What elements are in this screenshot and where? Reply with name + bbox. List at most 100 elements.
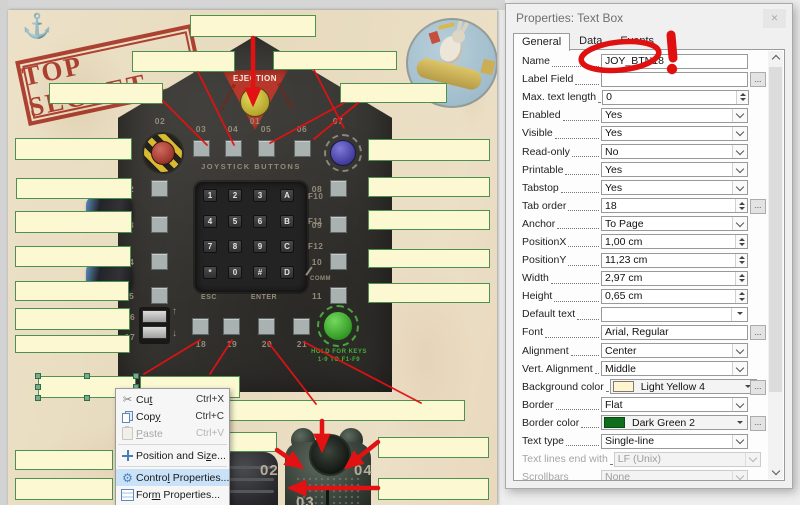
- border-color-field[interactable]: Dark Green 2: [601, 415, 748, 430]
- text-box-field[interactable]: [49, 83, 163, 104]
- text-box-field[interactable]: [273, 51, 397, 70]
- chevron-down-icon[interactable]: [732, 344, 747, 357]
- chevron-down-icon[interactable]: [732, 109, 747, 122]
- menu-item-position-and-size[interactable]: Position and Size...: [116, 447, 229, 464]
- tab-general[interactable]: General: [513, 33, 570, 51]
- text-box-field[interactable]: [368, 249, 490, 268]
- enabled-field[interactable]: Yes: [601, 108, 748, 123]
- text-box-field[interactable]: [15, 281, 129, 301]
- selection-handle[interactable]: [35, 395, 41, 401]
- text-box-field[interactable]: [190, 15, 316, 37]
- text-box-field[interactable]: [368, 177, 490, 197]
- name-field[interactable]: JOY_BTN18: [601, 54, 748, 69]
- vert-alignment-field[interactable]: Middle: [601, 361, 748, 376]
- alignment-field[interactable]: Center: [601, 343, 748, 358]
- chevron-down-icon[interactable]: [732, 181, 747, 194]
- text-box-field[interactable]: [16, 178, 132, 199]
- chevron-down-icon[interactable]: [732, 471, 747, 481]
- chevron-down-icon[interactable]: [732, 217, 747, 230]
- text-box-field[interactable]: [15, 308, 130, 330]
- text-box-field[interactable]: [15, 246, 131, 267]
- anchor-field[interactable]: To Page: [601, 216, 748, 231]
- chevron-down-icon[interactable]: [732, 435, 747, 448]
- menu-item-copy[interactable]: CopyCtrl+C: [116, 408, 229, 425]
- chevron-down-icon[interactable]: [732, 163, 747, 176]
- scrollbar[interactable]: [768, 51, 783, 479]
- spin-down-icon[interactable]: [736, 242, 747, 249]
- selection-handle[interactable]: [84, 395, 90, 401]
- selection-handle[interactable]: [84, 373, 90, 379]
- menu-item-paste[interactable]: PasteCtrl+V: [116, 425, 229, 442]
- tabstop-field[interactable]: Yes: [601, 180, 748, 195]
- text-box-field[interactable]: [368, 283, 490, 303]
- prop-row-text-type: Text typeSingle-line: [514, 432, 784, 450]
- visible-field[interactable]: Yes: [601, 126, 748, 141]
- scrollbar-thumb[interactable]: [769, 67, 782, 392]
- spinner[interactable]: [736, 91, 748, 104]
- text-box-field[interactable]: [368, 210, 490, 230]
- width-field[interactable]: 2,97 cm: [601, 271, 748, 286]
- scroll-up-icon[interactable]: [768, 51, 783, 65]
- comm-label: COMM: [310, 276, 340, 282]
- spin-down-icon[interactable]: [736, 260, 747, 267]
- printable-field[interactable]: Yes: [601, 162, 748, 177]
- height-field[interactable]: 0,65 cm: [601, 289, 748, 304]
- chevron-down-icon[interactable]: [732, 398, 747, 411]
- chevron-down-icon[interactable]: [732, 127, 747, 140]
- selection-handle[interactable]: [35, 373, 41, 379]
- text-type-field[interactable]: Single-line: [601, 434, 748, 449]
- tab-data[interactable]: Data: [570, 32, 611, 50]
- dropdown-arrow-icon[interactable]: [732, 416, 747, 429]
- text-box-field[interactable]: [15, 138, 132, 160]
- text-box-field[interactable]: [15, 478, 113, 500]
- text-lines-end-field[interactable]: LF (Unix): [614, 452, 761, 467]
- text-box-field[interactable]: [132, 51, 235, 72]
- chevron-down-icon[interactable]: [732, 362, 747, 375]
- spin-down-icon[interactable]: [736, 296, 747, 303]
- spinner[interactable]: [735, 235, 747, 248]
- menu-item-cut[interactable]: ✂CutCtrl+X: [116, 391, 229, 408]
- menu-item-form-properties[interactable]: Form Properties...: [116, 486, 229, 503]
- scroll-down-icon[interactable]: [768, 465, 783, 479]
- spin-down-icon[interactable]: [737, 97, 748, 104]
- more-button[interactable]: ...: [750, 199, 766, 214]
- text-box-field[interactable]: [15, 335, 130, 353]
- close-icon[interactable]: ✕: [763, 9, 786, 28]
- text-box-field[interactable]: [378, 437, 489, 458]
- spin-down-icon[interactable]: [736, 206, 747, 213]
- position-x-field[interactable]: 1,00 cm: [601, 234, 748, 249]
- menu-item-control-properties[interactable]: ⚙Control Properties...: [116, 469, 229, 486]
- max-text-length-field[interactable]: 0: [602, 90, 749, 105]
- text-box-field[interactable]: [15, 450, 113, 470]
- more-button[interactable]: ...: [750, 416, 766, 431]
- border-field[interactable]: Flat: [601, 397, 748, 412]
- document-canvas[interactable]: ⚓ TOP SECRET EJECTIONDANGERDANGER0102070…: [8, 10, 497, 505]
- font-field[interactable]: Arial, Regular: [601, 325, 748, 340]
- more-button[interactable]: ...: [750, 72, 766, 87]
- selection-handle[interactable]: [35, 384, 41, 390]
- default-text-field[interactable]: [601, 307, 748, 322]
- text-box-field[interactable]: [378, 478, 489, 500]
- text-box-field[interactable]: [340, 83, 447, 103]
- tab-order-field[interactable]: 18: [601, 198, 748, 213]
- label-field-field[interactable]: [601, 72, 748, 87]
- position-y-field[interactable]: 11,23 cm: [601, 253, 748, 268]
- dropdown-arrow-icon[interactable]: [731, 308, 747, 321]
- text-box-field[interactable]: [225, 400, 465, 421]
- text-box-field[interactable]: [15, 211, 132, 233]
- spinner[interactable]: [735, 254, 747, 267]
- text-box-field[interactable]: [368, 139, 490, 161]
- spinner[interactable]: [735, 199, 747, 212]
- read-only-field[interactable]: No: [601, 144, 748, 159]
- spinner[interactable]: [735, 272, 747, 285]
- selection-handle[interactable]: [133, 373, 139, 379]
- tab-events[interactable]: Events: [611, 32, 663, 50]
- chevron-down-icon[interactable]: [732, 145, 747, 158]
- background-color-field[interactable]: Light Yellow 4: [610, 379, 757, 394]
- spin-down-icon[interactable]: [736, 278, 747, 285]
- spinner[interactable]: [735, 290, 747, 303]
- more-button[interactable]: ...: [750, 380, 766, 395]
- chevron-down-icon[interactable]: [745, 453, 760, 466]
- more-button[interactable]: ...: [750, 325, 766, 340]
- scrollbars-field[interactable]: None: [601, 470, 748, 481]
